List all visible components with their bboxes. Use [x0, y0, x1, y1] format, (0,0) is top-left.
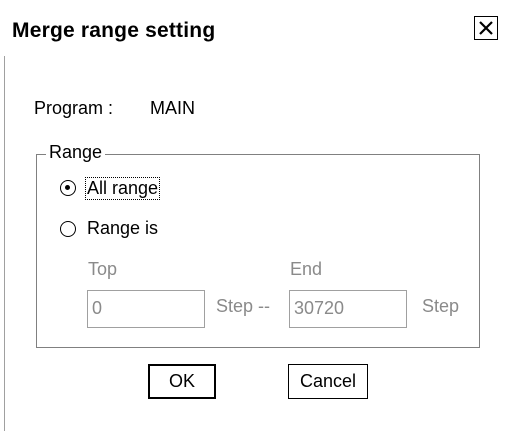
- end-label: End: [290, 259, 323, 279]
- all-range-radio[interactable]: [60, 180, 76, 196]
- radio-selected-dot: [65, 185, 70, 190]
- step-separator-label: Step --: [216, 296, 271, 316]
- program-label: Program :: [34, 98, 114, 118]
- dialog-title: Merge range setting: [12, 19, 216, 42]
- close-button[interactable]: [474, 16, 498, 40]
- title-bar[interactable]: Merge range setting: [4, 14, 507, 50]
- all-range-label[interactable]: All range: [85, 177, 161, 200]
- range-is-radio[interactable]: [60, 221, 76, 237]
- program-value: MAIN: [150, 98, 195, 118]
- range-is-label[interactable]: Range is: [87, 218, 158, 239]
- close-icon: [479, 21, 493, 35]
- ok-button[interactable]: OK: [148, 364, 216, 399]
- top-label: Top: [88, 259, 118, 279]
- cancel-button[interactable]: Cancel: [288, 364, 368, 399]
- range-group-label: Range: [46, 142, 106, 163]
- dialog-border: [4, 56, 5, 431]
- merge-range-dialog: Merge range setting Program : MAIN Range…: [0, 0, 507, 431]
- top-step-input[interactable]: 0: [87, 290, 205, 328]
- end-step-input[interactable]: 30720: [289, 290, 407, 328]
- step-unit-label: Step: [422, 296, 460, 316]
